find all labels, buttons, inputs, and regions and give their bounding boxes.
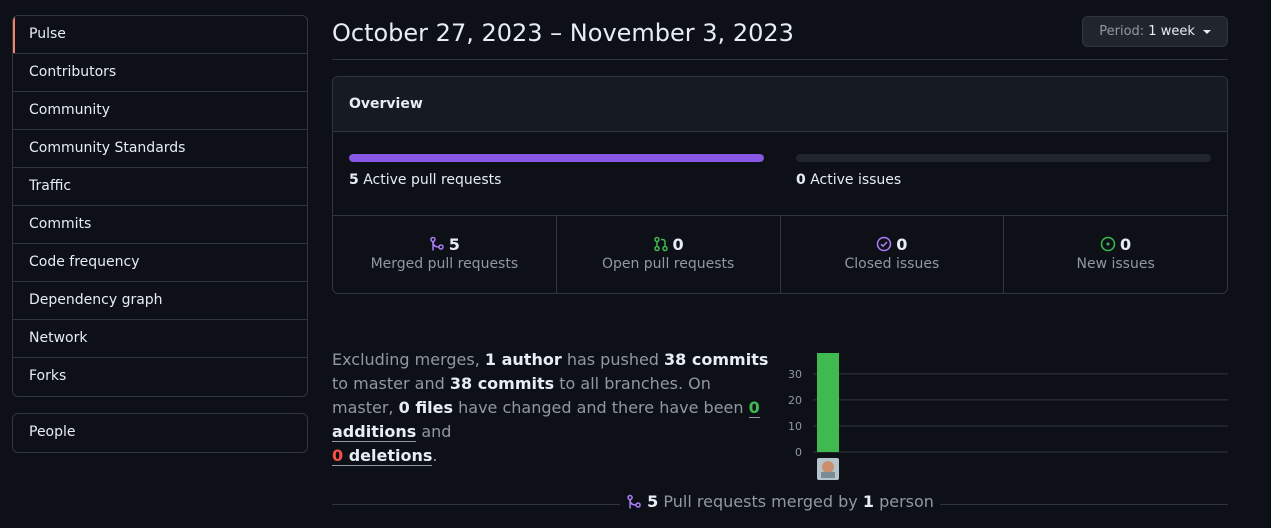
active-issues-bar (796, 154, 1211, 162)
deletions-label: deletions (348, 446, 433, 465)
active-prs-link[interactable]: 5 Active pull requests (349, 172, 764, 188)
additions-count: 0 (748, 398, 760, 417)
active-issues-link[interactable]: 0 Active issues (796, 172, 1211, 188)
y-tick-label: 10 (788, 420, 802, 433)
y-tick-label: 0 (795, 446, 802, 459)
sidebar-item-people[interactable]: People (13, 414, 307, 452)
merged-pr-icon (430, 236, 444, 251)
overview-box: Overview 5 Active pull requests 0 Active… (332, 76, 1228, 294)
closed-issue-icon (877, 236, 892, 252)
sidebar-item-dependency-graph[interactable]: Dependency graph (13, 282, 307, 320)
sidebar: Pulse Contributors Community Community S… (12, 15, 308, 453)
new-issues-value-row: 0 (1004, 235, 1227, 254)
y-tick-label: 20 (788, 394, 802, 407)
open-pr-icon (653, 236, 668, 252)
overview-stats: 5 Merged pull requests 0 Open pull reque… (333, 216, 1227, 293)
main-content: October 27, 2023 – November 3, 2023 Peri… (332, 15, 1228, 511)
merged-prs-text: 5 Pull requests merged by 1 person (620, 492, 940, 511)
avatar-body (821, 472, 835, 478)
active-issues-section: 0 Active issues (796, 154, 1211, 215)
overview-bars: 5 Active pull requests 0 Active issues (333, 132, 1227, 216)
avatar-face (822, 461, 834, 473)
closed-issues-label: Closed issues (844, 256, 940, 272)
sidebar-item-forks[interactable]: Forks (13, 358, 307, 396)
summary-files: 0 files (398, 398, 454, 417)
active-issues-label: Active issues (810, 172, 902, 188)
deletions-count: 0 (332, 446, 344, 465)
active-prs-section: 5 Active pull requests (349, 154, 764, 215)
merged-prs-value: 5 (448, 235, 460, 254)
merged-count: 5 (647, 492, 659, 511)
merged-pr-icon (627, 494, 641, 509)
open-prs-stat[interactable]: 0 Open pull requests (557, 216, 781, 293)
caret-down-icon (1203, 29, 1211, 34)
bar (817, 353, 839, 452)
closed-issues-value-row: 0 (781, 235, 1004, 254)
closed-issues-value: 0 (896, 235, 908, 254)
insights-menu: Pulse Contributors Community Community S… (12, 15, 308, 397)
active-prs-bar (349, 154, 764, 162)
merged-suffix: person (879, 492, 934, 511)
sidebar-item-network[interactable]: Network (13, 320, 307, 358)
active-prs-bar-fill (349, 154, 764, 162)
new-issues-stat[interactable]: 0 New issues (1004, 216, 1227, 293)
active-issues-count: 0 (796, 172, 806, 188)
active-prs-count: 5 (349, 172, 359, 188)
merged-people-count: 1 (862, 492, 874, 511)
summary-commits-master: 38 commits (664, 350, 769, 369)
y-tick-label: 30 (788, 368, 802, 381)
sidebar-item-community-standards[interactable]: Community Standards (13, 130, 307, 168)
sidebar-item-code-frequency[interactable]: Code frequency (13, 244, 307, 282)
merged-label: Pull requests merged by (663, 492, 858, 511)
commits-by-author-chart: 0 10 20 30 (788, 353, 1228, 480)
closed-issues-stat[interactable]: 0 Closed issues (781, 216, 1005, 293)
summary-text: has pushed (566, 350, 659, 369)
summary-text: have changed and there have been (458, 398, 744, 417)
overview-title: Overview (333, 77, 1227, 132)
period-value: 1 week (1148, 24, 1195, 39)
sidebar-item-commits[interactable]: Commits (13, 206, 307, 244)
pulse-header: October 27, 2023 – November 3, 2023 Peri… (332, 15, 1228, 60)
people-menu: People (12, 413, 308, 453)
deletions-link[interactable]: 0 deletions (332, 446, 433, 466)
new-issues-label: New issues (1076, 256, 1155, 272)
period-select-button[interactable]: Period: 1 week (1082, 16, 1228, 47)
summary-commits-all: 38 commits (449, 374, 555, 393)
sidebar-item-pulse[interactable]: Pulse (13, 16, 307, 54)
new-issues-value: 0 (1120, 235, 1132, 254)
merged-prs-label: Merged pull requests (370, 256, 519, 272)
commit-summary: Excluding merges, 1 author has pushed 38… (332, 348, 772, 468)
active-prs-label: Active pull requests (363, 172, 502, 188)
open-prs-label: Open pull requests (601, 256, 735, 272)
summary-authors: 1 author (484, 350, 562, 369)
merged-prs-summary: 5 Pull requests merged by 1 person (332, 492, 1228, 512)
open-prs-value: 0 (672, 235, 684, 254)
sidebar-item-traffic[interactable]: Traffic (13, 168, 307, 206)
additions-label: additions (332, 422, 417, 441)
sidebar-item-community[interactable]: Community (13, 92, 307, 130)
merged-prs-stat[interactable]: 5 Merged pull requests (333, 216, 557, 293)
summary-text: Excluding merges, (332, 350, 480, 369)
open-prs-value-row: 0 (557, 235, 780, 254)
new-issue-icon (1100, 236, 1116, 252)
sidebar-item-contributors[interactable]: Contributors (13, 54, 307, 92)
merged-prs-value-row: 5 (333, 235, 556, 254)
summary-text: and (421, 422, 452, 441)
period-label: Period: (1099, 24, 1145, 39)
summary-text: . (432, 446, 438, 465)
summary-text: to master and (332, 374, 445, 393)
